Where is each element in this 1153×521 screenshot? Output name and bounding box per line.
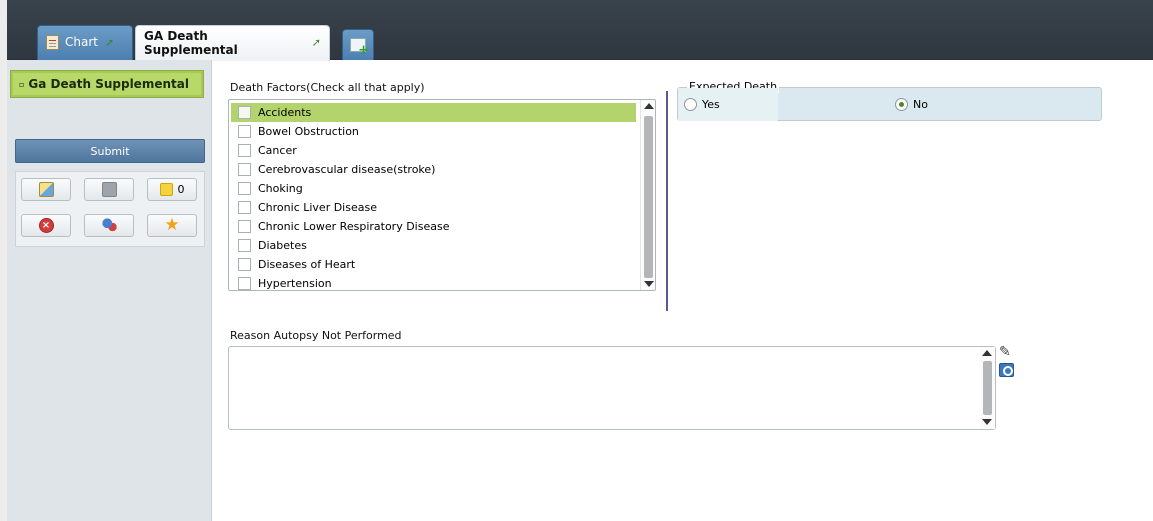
add-form-tab[interactable] bbox=[342, 29, 374, 60]
scrollbar-thumb[interactable] bbox=[644, 116, 653, 278]
add-form-icon bbox=[350, 38, 369, 57]
list-item-label: Accidents bbox=[258, 106, 312, 119]
list-item-label: Cancer bbox=[258, 144, 297, 157]
checkbox[interactable] bbox=[238, 201, 251, 214]
column-divider bbox=[666, 91, 668, 311]
checkbox[interactable] bbox=[238, 258, 251, 271]
chart-doc-icon bbox=[46, 34, 59, 50]
list-item[interactable]: Chronic Lower Respiratory Disease bbox=[231, 217, 636, 236]
edit-text-icon[interactable]: ✎ bbox=[999, 345, 1014, 359]
tab-ga-death-supplemental-label: GA Death Supplemental bbox=[144, 28, 238, 57]
list-item-label: Diseases of Heart bbox=[258, 258, 356, 271]
disabled-button[interactable] bbox=[84, 178, 134, 201]
list-item[interactable]: Choking bbox=[231, 179, 636, 198]
list-item-label: Chronic Lower Respiratory Disease bbox=[258, 220, 450, 233]
checkbox[interactable] bbox=[238, 106, 251, 119]
sidebar-item-label: Ga Death Supplemental bbox=[28, 77, 189, 91]
autopsy-label: Reason Autopsy Not Performed bbox=[230, 329, 402, 342]
autopsy-reason-textarea[interactable] bbox=[228, 346, 996, 430]
scroll-up-arrow-icon[interactable] bbox=[982, 350, 992, 356]
zoom-icon[interactable] bbox=[999, 363, 1014, 377]
checkbox[interactable] bbox=[238, 144, 251, 157]
death-factors-list: Accidents Bowel Obstruction Cancer Cereb… bbox=[228, 99, 656, 291]
report-button[interactable] bbox=[21, 178, 71, 201]
list-item[interactable]: Chronic Liver Disease bbox=[231, 198, 636, 217]
radio-yes-label: Yes bbox=[702, 98, 720, 111]
radio-yes-option[interactable]: Yes bbox=[684, 98, 720, 111]
list-item-label: Hypertension bbox=[258, 277, 332, 290]
list-item[interactable]: Hypertension bbox=[231, 274, 636, 290]
list-item-label: Cerebrovascular disease(stroke) bbox=[258, 163, 436, 176]
checkbox[interactable] bbox=[238, 239, 251, 252]
sidebar-item-ga-death-supplemental[interactable]: ▫ Ga Death Supplemental bbox=[10, 70, 204, 98]
scrollbar-thumb[interactable] bbox=[983, 361, 992, 415]
textarea-scrollbar[interactable] bbox=[980, 347, 995, 429]
radio-no[interactable] bbox=[895, 98, 908, 111]
scroll-up-arrow-icon[interactable] bbox=[644, 103, 654, 109]
list-item-label: Chronic Liver Disease bbox=[258, 201, 377, 214]
submit-button[interactable]: Submit bbox=[15, 139, 205, 163]
cancel-button[interactable]: × bbox=[21, 214, 71, 237]
list-item[interactable]: Cancer bbox=[231, 141, 636, 160]
list-scrollbar[interactable] bbox=[640, 100, 655, 290]
tab-ga-death-supplemental[interactable]: GA Death Supplemental ➚ bbox=[135, 25, 330, 61]
sticky-note-button[interactable]: 0 bbox=[147, 178, 197, 201]
list-item-label: Bowel Obstruction bbox=[258, 125, 359, 138]
checkbox[interactable] bbox=[238, 125, 251, 138]
list-item[interactable]: Cerebrovascular disease(stroke) bbox=[231, 160, 636, 179]
pin-icon[interactable]: ➚ bbox=[312, 36, 321, 49]
tab-bar: Chart ➚ GA Death Supplemental ➚ bbox=[7, 0, 1153, 61]
checkbox[interactable] bbox=[238, 163, 251, 176]
list-item[interactable]: Accidents bbox=[231, 103, 636, 122]
radio-yes[interactable] bbox=[684, 98, 697, 111]
form-sidebar: ▫ Ga Death Supplemental Submit 0 × ★ bbox=[7, 60, 212, 521]
sticky-note-count: 0 bbox=[177, 183, 185, 196]
action-toolbox: 0 × ★ bbox=[15, 171, 205, 247]
window-frame bbox=[0, 0, 7, 521]
checkbox[interactable] bbox=[238, 182, 251, 195]
disabled-icon bbox=[101, 182, 117, 197]
people-button[interactable] bbox=[84, 214, 134, 237]
list-item[interactable]: Diabetes bbox=[231, 236, 636, 255]
pin-icon[interactable]: ➚ bbox=[105, 36, 114, 49]
cancel-icon: × bbox=[38, 218, 54, 233]
report-icon bbox=[38, 182, 54, 197]
favorite-star-icon: ★ bbox=[164, 215, 180, 235]
checkbox[interactable] bbox=[238, 220, 251, 233]
tab-chart[interactable]: Chart ➚ bbox=[37, 25, 133, 60]
list-item[interactable]: Bowel Obstruction bbox=[231, 122, 636, 141]
bullet-icon: ▫ bbox=[19, 79, 25, 89]
radio-no-label: No bbox=[913, 98, 928, 111]
expected-death-group: Expected Death Yes No bbox=[677, 80, 1102, 121]
checkbox[interactable] bbox=[238, 277, 251, 290]
sticky-note-icon bbox=[159, 183, 173, 196]
list-item-label: Choking bbox=[258, 182, 303, 195]
list-item[interactable]: Diseases of Heart bbox=[231, 255, 636, 274]
death-factors-label: Death Factors(Check all that apply) bbox=[230, 81, 425, 94]
people-icon bbox=[101, 218, 117, 233]
scroll-down-arrow-icon[interactable] bbox=[982, 419, 992, 425]
scroll-down-arrow-icon[interactable] bbox=[644, 281, 654, 287]
favorite-button[interactable]: ★ bbox=[147, 214, 197, 237]
tab-chart-label: Chart bbox=[65, 35, 98, 49]
radio-no-option[interactable]: No bbox=[895, 98, 928, 111]
list-item-label: Diabetes bbox=[258, 239, 307, 252]
